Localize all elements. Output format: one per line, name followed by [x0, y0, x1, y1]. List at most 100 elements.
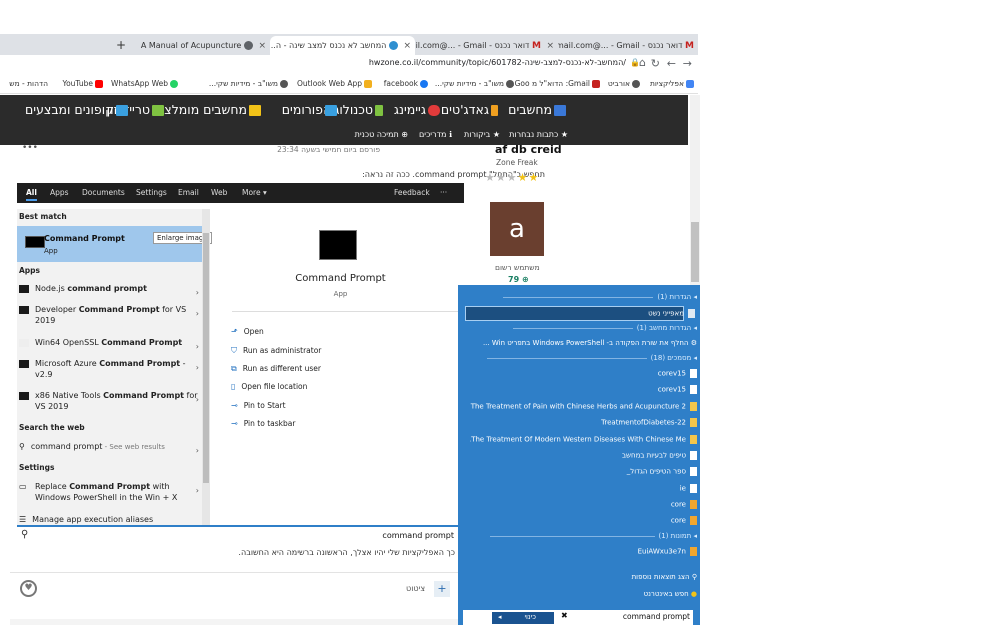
nav-computers[interactable]: מחשבים [508, 102, 566, 117]
nav-coupons[interactable]: קופונים ומבצעים [25, 102, 128, 117]
ev-item[interactable]: ספר הטיפים הגדול_ [470, 467, 697, 476]
subnav-reviews[interactable]: ★ ביקורות [464, 130, 500, 139]
nav-gadgets[interactable]: גאדג'טים [441, 102, 498, 117]
outlook-icon [364, 80, 372, 88]
tab-all[interactable]: All [26, 188, 37, 201]
tab-gmail-1[interactable]: M דואר נכנס - Gmail ‏- ...@gmail.com [558, 36, 698, 55]
bookmark-mashov-1[interactable]: משו"ב - מידיות שקי... [435, 79, 514, 88]
close-tab-icon[interactable]: × [403, 41, 411, 51]
tab-documents[interactable]: Documents [82, 188, 125, 197]
tab-apps[interactable]: Apps [50, 188, 69, 197]
forward-icon[interactable]: ← [667, 57, 676, 70]
subnav-support[interactable]: ⊕ תמיכה טכנית [355, 130, 408, 139]
heart-icon[interactable]: ♥ [20, 580, 37, 597]
bookmark-gmail[interactable]: Gmail: הדוא"ל מ Goo... [507, 79, 600, 88]
tab-gmail-2[interactable]: × M דואר נכנס - Gmail ‏- ...@gmail.com [415, 36, 558, 55]
action-open[interactable]: ⬏ Open [231, 327, 264, 336]
web-result[interactable]: ⚲ command prompt - See web results › [19, 441, 201, 456]
nav-gaming[interactable]: גיימינג [394, 102, 440, 117]
action-run-as-admin[interactable]: ⛉ Run as administrator [231, 346, 321, 356]
ev-item[interactable]: corev15 [470, 369, 697, 378]
bookmark-outlook[interactable]: Outlook Web App [297, 79, 372, 88]
tab-email[interactable]: Email [178, 188, 199, 197]
chevron-right-icon[interactable]: › [196, 287, 199, 298]
nav-recommended[interactable]: מחשבים מומלצים [153, 102, 261, 117]
search-internet[interactable]: ● חפש באינטרנט [470, 590, 697, 598]
bookmark-orbit[interactable]: אורביט [608, 79, 640, 88]
ev-item[interactable]: The Treatment of Pain with Chinese Herbs… [470, 402, 697, 411]
action-pin-to-start[interactable]: ⊸ Pin to Start [231, 401, 286, 410]
chevron-right-icon[interactable]: › [196, 394, 199, 405]
globe-icon [506, 80, 514, 88]
more-options-icon[interactable]: ··· [440, 188, 447, 197]
tab-more[interactable]: More ▾ [242, 188, 267, 197]
chevron-right-icon[interactable]: › [196, 341, 199, 352]
avatar[interactable]: a [490, 202, 544, 256]
section-header-images[interactable]: ◂ תמונות (1) [470, 532, 697, 540]
nav-forums[interactable]: פורומים [282, 102, 337, 117]
tab-web[interactable]: Web [211, 188, 227, 197]
bookmark-youtube[interactable]: YouTube [63, 79, 103, 88]
user-name[interactable]: af db creid [495, 143, 562, 156]
app-result-4[interactable]: Microsoft Azure Command Prompt - v2.9 › [19, 358, 201, 380]
app-result-2[interactable]: Developer Command Prompt for VS 2019 › [19, 304, 201, 326]
quote-label[interactable]: ציטוט [406, 584, 425, 593]
section-rule [503, 296, 654, 298]
ev-item[interactable]: טיפים לבעיות במחשב [470, 451, 697, 460]
ev-item[interactable]: core [470, 516, 697, 525]
app-result-3[interactable]: Win64 OpenSSL Command Prompt › [19, 337, 201, 351]
home-icon[interactable]: ⌂ [639, 56, 646, 69]
bookmark-mashov-2[interactable]: משו"ב - מידיות שקי... [209, 79, 288, 88]
tab-settings[interactable]: Settings [136, 188, 167, 197]
back-icon[interactable]: → [683, 57, 692, 70]
app-result-5[interactable]: x86 Native Tools Command Prompt for VS 2… [19, 390, 201, 412]
bookmark-news[interactable]: הדהות - מש [9, 79, 48, 88]
chevron-right-icon[interactable]: › [196, 485, 199, 496]
settings-result[interactable]: ▭ Replace Command Prompt with Windows Pow… [19, 481, 201, 503]
ev-item[interactable]: EuiAWxu3e7n [470, 547, 697, 556]
manage-aliases-result[interactable]: ☰ Manage app execution aliases [19, 514, 201, 525]
close-tab-icon[interactable]: × [546, 41, 554, 51]
tab-hwzone[interactable]: × המחשב לא נכנס למצב שינה - ה... [270, 36, 415, 55]
ev-item[interactable]: core [470, 500, 697, 509]
close-tab-icon[interactable]: × [258, 41, 266, 51]
section-header-settings[interactable]: ◂ הגדרות (1) [470, 293, 697, 301]
document-icon [690, 385, 697, 394]
action-run-as-different-user[interactable]: ⧉ Run as different user [231, 364, 321, 374]
chevron-right-icon[interactable]: › [196, 445, 199, 456]
ev-item[interactable]: The Treatment Of Modern Western Diseases… [470, 435, 697, 444]
feedback-button[interactable]: Feedback [394, 188, 430, 197]
url-field[interactable]: hwzone.co.il/community/topic/601782-המחש… [369, 58, 626, 67]
ev-item[interactable]: ie [470, 484, 697, 493]
ev-item[interactable]: ⚙ החלף את שורת הפקודה ב- Windows PowerSh… [470, 339, 697, 347]
page-scroll-thumb[interactable] [691, 222, 699, 282]
chevron-right-icon[interactable]: › [196, 362, 199, 373]
bookmark-whatsapp[interactable]: WhatsApp Web [111, 79, 178, 88]
post-options-icon[interactable]: ••• [22, 143, 38, 153]
multiquote-button[interactable]: + [434, 581, 450, 597]
bookmark-apps[interactable]: אפליקציות [650, 79, 694, 88]
ev-item[interactable]: corev15 [470, 385, 697, 394]
ev-item[interactable]: TreatmentofDiabetes-22 [470, 418, 697, 427]
chevron-right-icon[interactable]: › [196, 308, 199, 319]
results-scroll-thumb[interactable] [203, 233, 209, 483]
action-open-file-location[interactable]: ▯ Open file location [231, 382, 307, 391]
subnav-featured[interactable]: ★ כתבות נבחרות [509, 130, 568, 139]
reload-icon[interactable]: ↻ [651, 57, 660, 70]
app-result-1[interactable]: Node.js command prompt › [19, 283, 201, 297]
new-tab-button[interactable]: + [100, 36, 130, 55]
clear-icon[interactable]: ✖ [561, 611, 568, 620]
show-more-results[interactable]: ⚲ הצג תוצאות נוספות [470, 573, 697, 581]
detail-divider [232, 311, 462, 312]
ev-item[interactable]: מאפייני נשט [470, 309, 697, 318]
everything-filter-dropdown[interactable]: כינוי ◂ [492, 612, 554, 624]
bookmark-facebook[interactable]: facebook [384, 79, 428, 88]
section-header-documents[interactable]: ◂ מסמכים (18) [470, 354, 697, 362]
subnav-guides[interactable]: ℹ מדריכים [419, 130, 452, 139]
section-header-pc-settings[interactable]: ◂ הגדרות מחשב (1) [470, 324, 697, 332]
tab-acupuncture[interactable]: × A Manual of Acupuncture [130, 36, 270, 55]
globe-icon [280, 80, 288, 88]
file-icon: ▯ [231, 382, 236, 391]
windows-search-box[interactable]: ⚲ command prompt [17, 525, 458, 545]
action-pin-to-taskbar[interactable]: ⊸ Pin to taskbar [231, 419, 295, 428]
